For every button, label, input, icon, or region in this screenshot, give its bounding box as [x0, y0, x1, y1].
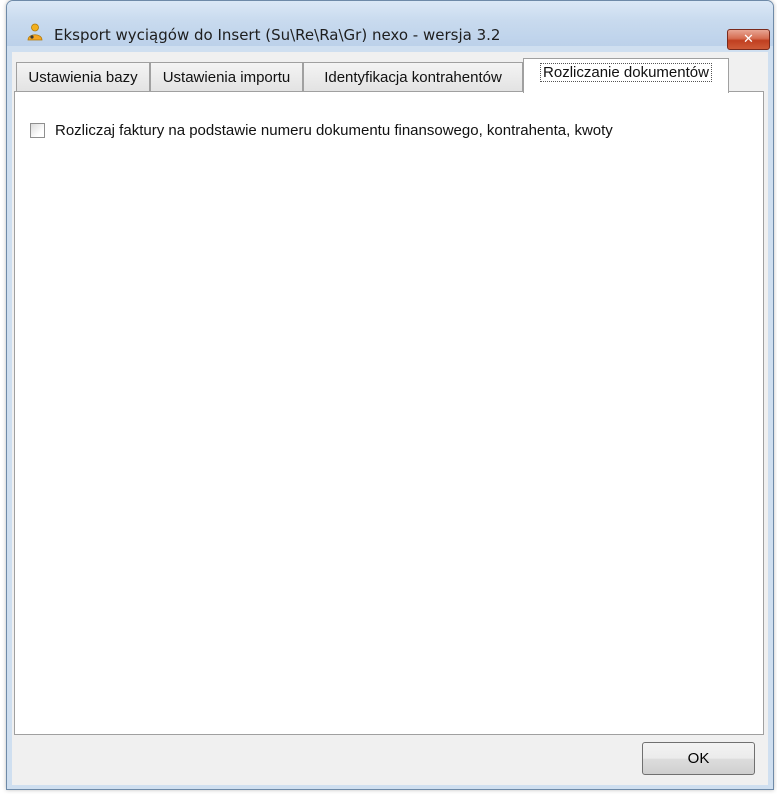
ok-button-label: OK: [687, 750, 710, 767]
tab-label: Ustawienia bazy: [28, 69, 138, 86]
settlement-option[interactable]: Rozliczaj faktury na podstawie numeru do…: [30, 122, 613, 139]
tab-label: Rozliczanie dokumentów: [540, 63, 712, 82]
tab-label: Ustawienia importu: [162, 69, 291, 86]
tab-identyfikacja-kontrahentow[interactable]: Identyfikacja kontrahentów: [303, 62, 523, 92]
dialog-client-area: Ustawienia bazy Ustawienia importu Ident…: [12, 52, 768, 785]
tab-panel-rozliczanie: Rozliczaj faktury na podstawie numeru do…: [14, 91, 764, 735]
ok-button[interactable]: OK: [642, 742, 755, 775]
title-bar[interactable]: Eksport wyciągów do Insert (Su\Re\Ra\Gr)…: [7, 1, 773, 50]
tab-ustawienia-bazy[interactable]: Ustawienia bazy: [16, 62, 150, 92]
settlement-checkbox-label[interactable]: Rozliczaj faktury na podstawie numeru do…: [55, 122, 613, 139]
settlement-checkbox[interactable]: [30, 123, 45, 138]
dialog-window: Eksport wyciągów do Insert (Su\Re\Ra\Gr)…: [6, 0, 774, 790]
tab-label: Identyfikacja kontrahentów: [324, 69, 502, 86]
close-button[interactable]: ✕: [727, 29, 770, 50]
window-title: Eksport wyciągów do Insert (Su\Re\Ra\Gr)…: [54, 26, 501, 44]
close-icon: ✕: [743, 32, 754, 47]
tab-strip: Ustawienia bazy Ustawienia importu Ident…: [14, 56, 764, 93]
tab-ustawienia-importu[interactable]: Ustawienia importu: [150, 62, 303, 92]
person-icon: [27, 23, 43, 41]
tab-rozliczanie-dokumentow[interactable]: Rozliczanie dokumentów: [523, 58, 729, 93]
